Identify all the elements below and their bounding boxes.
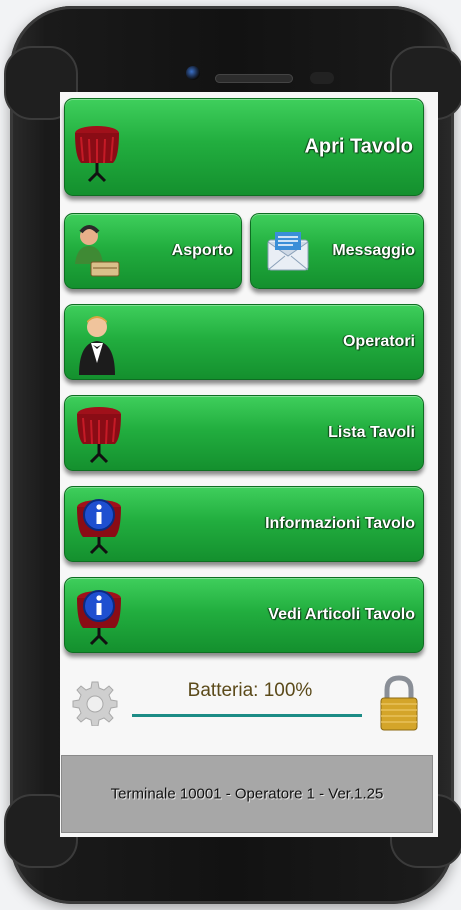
padlock-icon[interactable] bbox=[378, 674, 420, 732]
app-screen: Apri Tavolo Asporto Messaggio Operatori … bbox=[60, 92, 438, 837]
apri-tavolo-label: Apri Tavolo bbox=[304, 135, 413, 158]
info-table-icon bbox=[77, 590, 121, 646]
vedi-articoli-tavolo-button[interactable]: Vedi Articoli Tavolo bbox=[64, 577, 424, 653]
battery-label: Batteria: 100% bbox=[187, 680, 313, 701]
info-table-icon bbox=[77, 499, 121, 555]
operatori-button[interactable]: Operatori bbox=[64, 304, 424, 380]
gear-icon[interactable] bbox=[72, 680, 118, 726]
informazioni-tavolo-button[interactable]: Informazioni Tavolo bbox=[64, 486, 424, 562]
apri-tavolo-button[interactable]: Apri Tavolo bbox=[64, 98, 424, 196]
asporto-label: Asporto bbox=[171, 242, 233, 259]
table-icon bbox=[75, 126, 119, 183]
messaggio-label: Messaggio bbox=[332, 242, 415, 259]
delivery-person-icon bbox=[75, 225, 120, 277]
earpiece-speaker bbox=[215, 74, 293, 83]
battery-progress bbox=[132, 714, 362, 717]
proximity-sensor bbox=[310, 72, 334, 84]
asporto-button[interactable]: Asporto bbox=[64, 213, 242, 289]
messaggio-button[interactable]: Messaggio bbox=[250, 213, 424, 289]
phone-frame: Apri Tavolo Asporto Messaggio Operatori … bbox=[4, 6, 461, 904]
lista-tavoli-label: Lista Tavoli bbox=[328, 424, 415, 441]
informazioni-tavolo-label: Informazioni Tavolo bbox=[265, 515, 415, 532]
battery-progress-fill bbox=[132, 714, 362, 717]
waiter-icon bbox=[79, 316, 115, 375]
footer-status-bar: Terminale 10001 - Operatore 1 - Ver.1.25 bbox=[61, 755, 433, 833]
envelope-icon bbox=[267, 232, 309, 271]
status-area: Batteria: 100% bbox=[60, 670, 438, 750]
footer-text: Terminale 10001 - Operatore 1 - Ver.1.25 bbox=[110, 785, 384, 803]
operatori-label: Operatori bbox=[342, 333, 415, 350]
table-icon bbox=[77, 407, 121, 464]
front-camera bbox=[186, 66, 200, 80]
vedi-articoli-tavolo-label: Vedi Articoli Tavolo bbox=[268, 606, 415, 623]
lista-tavoli-button[interactable]: Lista Tavoli bbox=[64, 395, 424, 471]
